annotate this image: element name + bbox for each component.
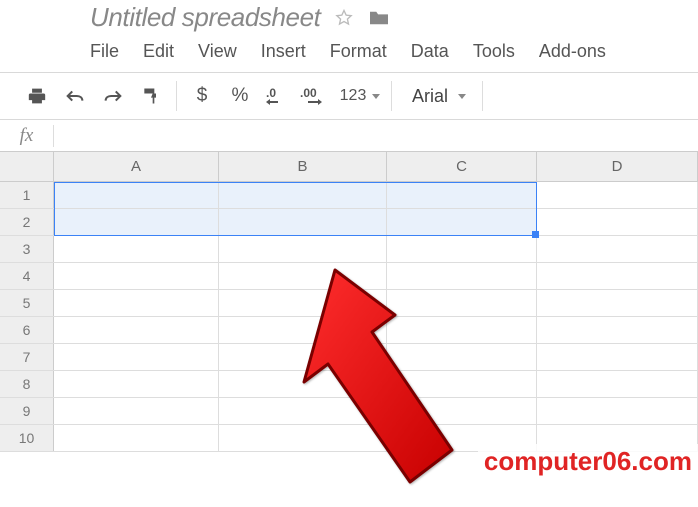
menu-insert[interactable]: Insert [261, 41, 306, 62]
font-name-label: Arial [412, 86, 448, 107]
cell[interactable] [537, 344, 698, 370]
cell[interactable] [54, 182, 219, 208]
menu-format[interactable]: Format [330, 41, 387, 62]
fx-label: fx [0, 125, 54, 147]
currency-button[interactable]: $ [183, 79, 221, 113]
cell[interactable] [537, 182, 698, 208]
header: Untitled spreadsheet File Edit View Inse… [0, 0, 698, 72]
increase-decimal-button[interactable]: .00 [297, 79, 335, 113]
cell[interactable] [54, 398, 219, 424]
cell[interactable] [219, 290, 387, 316]
star-icon[interactable] [334, 8, 354, 28]
cell[interactable] [219, 182, 387, 208]
row-header[interactable]: 5 [0, 290, 54, 316]
separator [391, 81, 392, 111]
row-header[interactable]: 6 [0, 317, 54, 343]
menu-tools[interactable]: Tools [473, 41, 515, 62]
cell[interactable] [54, 263, 219, 289]
col-header-a[interactable]: A [54, 152, 219, 181]
menu-data[interactable]: Data [411, 41, 449, 62]
redo-button[interactable] [94, 79, 132, 113]
cell[interactable] [387, 182, 537, 208]
row-header[interactable]: 10 [0, 425, 54, 451]
cell[interactable] [219, 344, 387, 370]
cell[interactable] [537, 236, 698, 262]
decrease-decimal-button[interactable]: .0 [259, 79, 297, 113]
menu-file[interactable]: File [90, 41, 119, 62]
cell[interactable] [387, 371, 537, 397]
cell[interactable] [219, 425, 387, 451]
font-selector[interactable]: Arial [398, 86, 476, 107]
row-header[interactable]: 4 [0, 263, 54, 289]
cell[interactable] [537, 317, 698, 343]
number-format-button[interactable]: 123 [335, 79, 385, 113]
svg-text:.0: .0 [266, 86, 276, 100]
toolbar: $ % .0 .00 123 Arial [0, 72, 698, 120]
document-title[interactable]: Untitled spreadsheet [90, 2, 320, 33]
row-header[interactable]: 3 [0, 236, 54, 262]
row-header[interactable]: 7 [0, 344, 54, 370]
formula-bar: fx [0, 120, 698, 152]
cell[interactable] [537, 398, 698, 424]
cell[interactable] [387, 344, 537, 370]
col-header-b[interactable]: B [219, 152, 387, 181]
cell[interactable] [219, 398, 387, 424]
cell[interactable] [219, 317, 387, 343]
paint-format-button[interactable] [132, 79, 170, 113]
row-header[interactable]: 1 [0, 182, 54, 208]
separator [482, 81, 483, 111]
cell[interactable] [54, 317, 219, 343]
select-all-corner[interactable] [0, 152, 54, 181]
cell[interactable] [54, 236, 219, 262]
row-header[interactable]: 9 [0, 398, 54, 424]
formula-input[interactable] [54, 120, 698, 151]
cell[interactable] [387, 263, 537, 289]
cell[interactable] [54, 425, 219, 451]
row-header[interactable]: 8 [0, 371, 54, 397]
cell[interactable] [387, 209, 537, 235]
cell[interactable] [54, 209, 219, 235]
cell[interactable] [537, 290, 698, 316]
cell[interactable] [387, 398, 537, 424]
watermark: computer06.com [478, 444, 698, 479]
menu-edit[interactable]: Edit [143, 41, 174, 62]
menu-bar: File Edit View Insert Format Data Tools … [90, 33, 698, 72]
separator [176, 81, 177, 111]
number-format-label: 123 [340, 87, 367, 105]
cell[interactable] [54, 290, 219, 316]
cell[interactable] [219, 209, 387, 235]
cell[interactable] [219, 236, 387, 262]
svg-text:.00: .00 [300, 86, 317, 100]
menu-addons[interactable]: Add-ons [539, 41, 606, 62]
spreadsheet-grid[interactable]: A B C D 1 2 3 4 5 6 7 8 9 10 [0, 152, 698, 452]
cell[interactable] [387, 290, 537, 316]
cell[interactable] [537, 263, 698, 289]
cell[interactable] [387, 236, 537, 262]
undo-button[interactable] [56, 79, 94, 113]
folder-icon[interactable] [368, 9, 390, 27]
cell[interactable] [537, 371, 698, 397]
cell[interactable] [219, 371, 387, 397]
print-button[interactable] [18, 79, 56, 113]
col-header-d[interactable]: D [537, 152, 698, 181]
col-header-c[interactable]: C [387, 152, 537, 181]
cell[interactable] [54, 344, 219, 370]
cell[interactable] [537, 209, 698, 235]
cell[interactable] [387, 317, 537, 343]
percent-button[interactable]: % [221, 79, 259, 113]
cell[interactable] [54, 371, 219, 397]
chevron-down-icon [458, 94, 466, 99]
row-header[interactable]: 2 [0, 209, 54, 235]
cell[interactable] [219, 263, 387, 289]
menu-view[interactable]: View [198, 41, 237, 62]
chevron-down-icon [372, 94, 380, 99]
